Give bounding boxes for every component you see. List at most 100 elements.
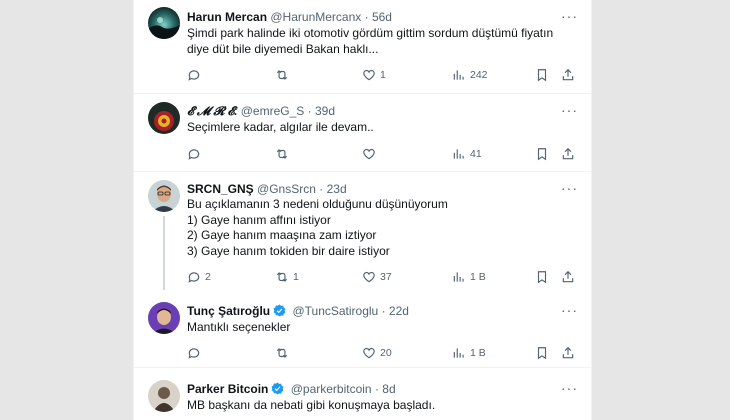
views-chart-icon <box>452 147 466 161</box>
avatar[interactable] <box>148 102 180 134</box>
views-count: 242 <box>470 69 488 81</box>
tweet-item[interactable]: Harun Mercan @HarunMercanx · 56d ··· Şim… <box>134 0 591 94</box>
tweet-header: SRCN_GNŞ @GnsSrcn · 23d <box>187 181 347 197</box>
bookmark-icon <box>535 147 549 161</box>
like-button[interactable] <box>362 146 380 162</box>
retweet-icon <box>275 346 289 360</box>
avatar[interactable] <box>148 302 180 334</box>
like-button[interactable]: 1 <box>362 67 386 83</box>
retweet-count: 1 <box>293 271 299 283</box>
more-options-icon[interactable]: ··· <box>561 303 577 321</box>
reply-icon <box>187 147 201 161</box>
tweet-header: Parker Bitcoin @parkerbitcoin · 8d <box>187 381 396 397</box>
retweet-button[interactable]: 1 <box>275 269 299 285</box>
timestamp[interactable]: 39d <box>315 104 335 118</box>
user-handle[interactable]: @HarunMercanx <box>270 10 361 24</box>
reply-button[interactable] <box>187 146 205 162</box>
tweet-item[interactable]: SRCN_GNŞ @GnsSrcn · 23d ··· Bu açıklaman… <box>134 172 591 290</box>
user-handle[interactable]: @TuncSatiroglu <box>292 304 378 318</box>
bookmark-button[interactable] <box>535 67 549 83</box>
timestamp[interactable]: 8d <box>382 382 395 396</box>
bookmark-button[interactable] <box>535 269 549 285</box>
display-name[interactable]: Parker Bitcoin <box>187 382 268 396</box>
user-handle[interactable]: @GnsSrcn <box>257 182 316 196</box>
timestamp[interactable]: 22d <box>389 304 409 318</box>
display-name[interactable]: Tunç Şatıroğlu <box>187 304 270 318</box>
tweet-text: MB başkanı da nebati gibi konuşmaya başl… <box>187 398 577 414</box>
tweet-text-line: 1) Gaye hanım affını istiyor <box>187 212 331 227</box>
share-icon <box>561 270 575 284</box>
tweet-item[interactable]: Tunç Şatıroğlu @TuncSatiroglu · 22d ··· … <box>134 290 591 368</box>
user-handle[interactable]: @parkerbitcoin <box>291 382 372 396</box>
tweet-text-line: Bu açıklamanın 3 nedeni olduğunu düşünüy… <box>187 197 448 211</box>
like-count: 1 <box>380 69 386 81</box>
tweet-item[interactable]: Parker Bitcoin @parkerbitcoin · 8d ··· M… <box>134 368 591 420</box>
bookmark-icon <box>535 270 549 284</box>
reply-button[interactable]: 2 <box>187 269 211 285</box>
share-button[interactable] <box>561 146 575 162</box>
tweet-text: Seçimlere kadar, algılar ile devam.. <box>187 120 577 136</box>
tweet-header: Tunç Şatıroğlu @TuncSatiroglu · 22d <box>187 303 409 319</box>
tweet-text-line: Seçimlere kadar, algılar ile devam.. <box>187 120 374 134</box>
separator-dot: · <box>364 10 369 24</box>
user-handle[interactable]: @emreG_S <box>241 104 305 118</box>
heart-icon <box>362 270 376 284</box>
retweet-icon <box>275 270 289 284</box>
share-button[interactable] <box>561 269 575 285</box>
avatar[interactable] <box>148 380 180 412</box>
views-chart-icon <box>452 346 466 360</box>
views-count: 41 <box>470 148 482 160</box>
display-name[interactable]: SRCN_GNŞ <box>187 182 254 196</box>
separator-dot: · <box>307 104 312 118</box>
tweet-text-line: diye düt bile diyemedi Bakan haklı... <box>187 41 379 56</box>
share-icon <box>561 147 575 161</box>
tweet-text-line: 3) Gaye hanım tokiden bir daire istiyor <box>187 243 390 258</box>
share-icon <box>561 68 575 82</box>
reply-count: 2 <box>205 271 211 283</box>
more-options-icon[interactable]: ··· <box>561 381 577 399</box>
share-button[interactable] <box>561 345 575 361</box>
tweet-text-line: Şimdi park halinde iki otomotiv gördüm g… <box>187 26 554 40</box>
thread-connector-line <box>163 216 165 290</box>
share-button[interactable] <box>561 67 575 83</box>
retweet-icon <box>275 68 289 82</box>
views-chart-icon <box>452 68 466 82</box>
display-name[interactable]: Harun Mercan <box>187 10 267 24</box>
timestamp[interactable]: 23d <box>327 182 347 196</box>
tweet-text: Şimdi park halinde iki otomotiv gördüm g… <box>187 26 577 57</box>
display-name[interactable]: 𝓔 𝓜 𝓡 𝓔. <box>187 104 237 118</box>
bookmark-icon <box>535 346 549 360</box>
views-button[interactable]: 41 <box>452 146 482 162</box>
retweet-button[interactable] <box>275 345 293 361</box>
reply-button[interactable] <box>187 345 205 361</box>
more-options-icon[interactable]: ··· <box>561 9 577 27</box>
views-chart-icon <box>452 270 466 284</box>
avatar[interactable] <box>148 7 180 39</box>
tweet-item[interactable]: 𝓔 𝓜 𝓡 𝓔. @emreG_S · 39d ··· Seçimlere ka… <box>134 94 591 172</box>
retweet-button[interactable] <box>275 67 293 83</box>
tweet-header: Harun Mercan @HarunMercanx · 56d <box>187 9 392 25</box>
tweet-text: Bu açıklamanın 3 nedeni olduğunu düşünüy… <box>187 197 577 259</box>
more-options-icon[interactable]: ··· <box>561 103 577 121</box>
tweet-text-line: 2) Gaye hanım maaşına zam iztiyor <box>187 228 377 242</box>
heart-icon <box>362 346 376 360</box>
verified-badge-icon <box>273 304 286 321</box>
like-button[interactable]: 20 <box>362 345 392 361</box>
views-button[interactable]: 242 <box>452 67 488 83</box>
avatar[interactable] <box>148 180 180 212</box>
tweet-text: Mantıklı seçenekler <box>187 320 577 336</box>
tweet-text-line: MB başkanı da nebati gibi konuşmaya başl… <box>187 398 436 412</box>
retweet-button[interactable] <box>275 146 293 162</box>
tweet-actions: 1 242 <box>187 67 577 83</box>
share-icon <box>561 346 575 360</box>
timestamp[interactable]: 56d <box>372 10 392 24</box>
bookmark-button[interactable] <box>535 146 549 162</box>
timeline: Harun Mercan @HarunMercanx · 56d ··· Şim… <box>133 0 592 420</box>
views-count: 1 B <box>470 347 486 359</box>
tweet-actions: 2 1 37 1 B <box>187 269 577 285</box>
views-button[interactable]: 1 B <box>452 345 486 361</box>
views-button[interactable]: 1 B <box>452 269 486 285</box>
reply-button[interactable] <box>187 67 205 83</box>
like-button[interactable]: 37 <box>362 269 392 285</box>
bookmark-button[interactable] <box>535 345 549 361</box>
